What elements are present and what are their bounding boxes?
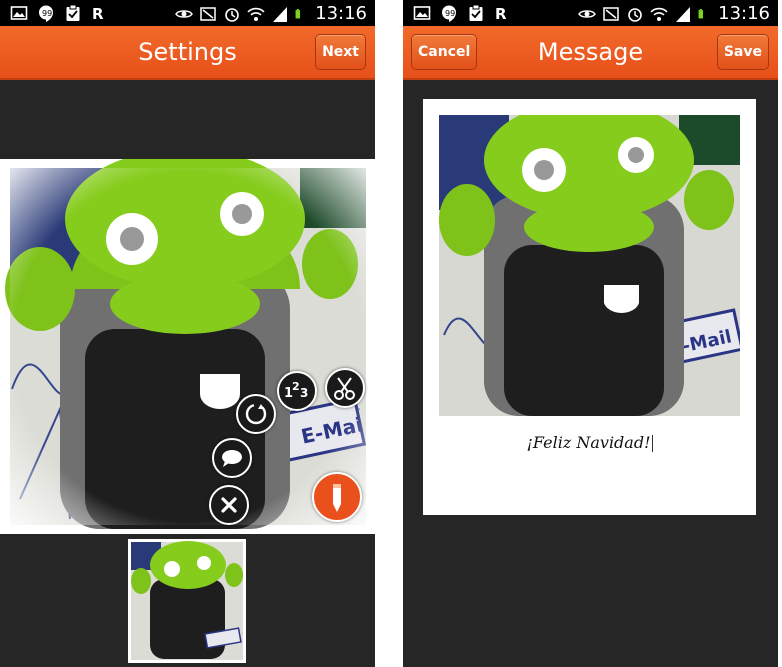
- hangouts-icon: 99: [39, 5, 53, 22]
- svg-text:2: 2: [292, 380, 300, 393]
- message-screen: 99 R 13:16 Cancel Message Save E-Mail ¡F…: [403, 0, 778, 667]
- action-bar: Cancel Message Save: [403, 26, 778, 80]
- alarm-icon: [628, 7, 642, 22]
- polaroid-card: E-Mail ¡Feliz Navidad!: [423, 99, 756, 515]
- clock: 13:16: [718, 3, 770, 24]
- svg-text:R: R: [92, 5, 104, 22]
- polaroid-photo: E-Mail: [439, 115, 740, 416]
- next-button[interactable]: Next: [315, 34, 366, 70]
- signal-icon: [273, 6, 288, 22]
- cut-button[interactable]: [325, 368, 365, 408]
- status-bar: 99 R 13:16: [403, 0, 778, 26]
- svg-text:99: 99: [445, 9, 455, 18]
- text-cursor: [651, 435, 653, 452]
- clipboard-check-icon: [66, 4, 80, 21]
- thumbnail-image: [131, 541, 243, 660]
- battery-icon: [698, 8, 704, 18]
- clipboard-check-icon: [469, 4, 483, 21]
- message-text-field[interactable]: ¡Feliz Navidad!: [423, 433, 756, 452]
- clock: 13:16: [315, 3, 367, 24]
- rotate-icon: [245, 403, 267, 425]
- close-button[interactable]: [209, 485, 249, 525]
- picture-icon: [10, 6, 28, 20]
- wifi-icon: [247, 7, 265, 21]
- pencil-button[interactable]: [312, 472, 362, 522]
- numbering-icon: 12 3: [284, 380, 308, 401]
- wifi-icon: [650, 7, 668, 21]
- save-button[interactable]: Save: [716, 34, 769, 70]
- message-text: ¡Feliz Navidad!: [526, 433, 651, 452]
- pencil-icon: [333, 484, 341, 512]
- cut-icon: [334, 377, 355, 400]
- action-bar: Settings Next: [0, 26, 375, 80]
- svg-text:R: R: [495, 5, 507, 22]
- signal-icon: [676, 6, 691, 22]
- svg-text:3: 3: [300, 386, 308, 400]
- battery-icon: [295, 8, 301, 18]
- close-icon: [221, 497, 237, 513]
- r-app-icon: R: [495, 5, 507, 22]
- rotate-button[interactable]: [236, 394, 276, 434]
- speech-bubble-button[interactable]: [212, 438, 252, 478]
- r-app-icon: R: [92, 5, 104, 22]
- android-figure-photo: E-Mail: [439, 115, 740, 416]
- nfc-icon: [603, 6, 619, 21]
- numbering-button[interactable]: 123: [277, 371, 317, 411]
- picture-icon: [413, 6, 431, 20]
- speech-bubble-icon: [222, 450, 242, 467]
- alarm-icon: [225, 7, 239, 22]
- status-bar: 99 R 13:16: [0, 0, 375, 26]
- settings-screen: 99 R 13:16 Settings Next 1 2 3: [0, 0, 375, 667]
- svg-text:99: 99: [42, 9, 52, 18]
- photo-thumbnail[interactable]: [128, 539, 246, 663]
- eye-icon: [578, 9, 597, 18]
- nfc-icon: [200, 6, 216, 21]
- hangouts-icon: 99: [442, 5, 456, 22]
- eye-icon: [175, 9, 194, 18]
